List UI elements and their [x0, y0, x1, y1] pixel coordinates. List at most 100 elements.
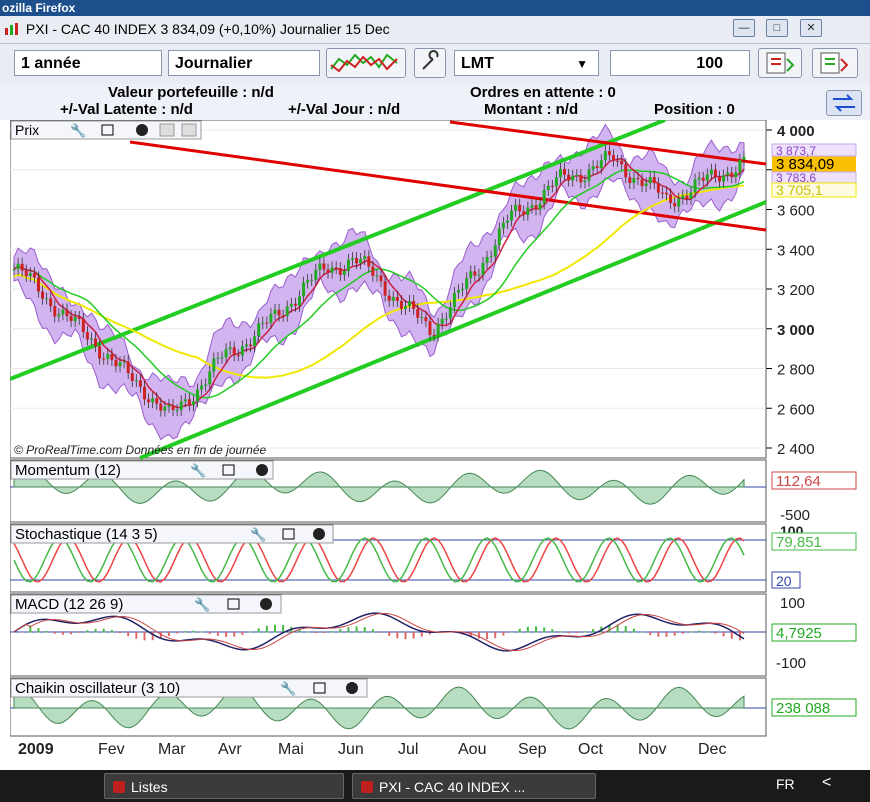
chart-title: PXI - CAC 40 INDEX 3 834,09 (+0,10%) Jou…	[4, 21, 390, 37]
candle-body	[628, 177, 632, 183]
candle-body	[693, 179, 697, 193]
close-icon[interactable]: ✕	[800, 19, 822, 37]
ma-long-value: 3 705,1	[776, 182, 823, 198]
taskbar-pxi[interactable]: PXI - CAC 40 INDEX ...	[352, 773, 596, 799]
candle-body	[126, 361, 130, 374]
candle-body	[665, 192, 669, 195]
candle-body	[444, 318, 448, 320]
candle-body	[232, 347, 236, 356]
candle-body	[457, 290, 461, 293]
candle-body	[163, 406, 167, 411]
candle-body	[505, 220, 509, 223]
wrench-icon[interactable]: 🔧	[70, 122, 86, 138]
period-select[interactable]: 1 année	[14, 50, 162, 76]
indicators-icon[interactable]	[326, 48, 406, 78]
candle-body	[244, 344, 248, 347]
window-titlebar: ozilla Firefox	[0, 0, 870, 16]
candle-body	[310, 279, 314, 281]
chevron-left-icon[interactable]: <	[822, 774, 831, 792]
macd-histogram-bar	[665, 632, 668, 637]
candle-body	[387, 295, 391, 301]
arrows-icon[interactable]	[826, 90, 862, 116]
candle-body	[338, 268, 342, 275]
wrench-icon[interactable]	[414, 48, 446, 78]
chart-title-text: PXI - CAC 40 INDEX 3 834,09 (+0,10%) Jou…	[25, 21, 390, 37]
buy-order-icon[interactable]	[758, 48, 802, 78]
candle-body	[28, 273, 32, 277]
candle-body	[510, 210, 514, 221]
close-panel-icon[interactable]	[256, 464, 268, 476]
candle-body	[461, 288, 465, 291]
x-tick-label: Jul	[398, 741, 418, 758]
momentum-panel: Momentum (12) 🔧 112,64 -500	[9, 459, 857, 524]
quantity-stepper[interactable]: 100	[610, 50, 750, 76]
candle-body	[595, 166, 599, 169]
price-tick-label: 3 000	[777, 322, 815, 339]
candle-body	[285, 306, 289, 316]
macd-histogram-bar	[575, 632, 578, 634]
candle-body	[656, 183, 660, 193]
chaikin-panel: Chaikin oscillateur (3 10) 🔧 238 088	[9, 677, 857, 737]
candle-body	[469, 271, 473, 279]
quantity-value: 100	[696, 55, 723, 72]
macd-histogram-bar	[486, 632, 489, 640]
candle-body	[742, 156, 746, 160]
candle-body	[281, 315, 285, 317]
candle-body	[738, 159, 742, 173]
candle-body	[228, 347, 232, 350]
frequency-select[interactable]: Journalier	[168, 50, 320, 76]
order-type-select[interactable]: LMT ▼	[454, 50, 599, 76]
move-up-icon[interactable]	[159, 123, 175, 137]
candle-body	[20, 263, 24, 271]
macd-histogram-bar	[502, 632, 505, 636]
sell-order-icon[interactable]	[812, 48, 858, 78]
close-panel-icon[interactable]	[136, 124, 148, 136]
candle-body	[326, 269, 330, 273]
band-upper-value: 3 873,7	[776, 144, 816, 158]
candle-body	[371, 266, 375, 276]
macd-histogram-bar	[551, 629, 554, 633]
macd-histogram-bar	[347, 627, 350, 633]
candle-body	[420, 317, 424, 319]
close-panel-icon[interactable]	[260, 598, 272, 610]
candle-body	[94, 338, 98, 347]
candle-body	[546, 185, 550, 190]
candle-body	[36, 277, 40, 292]
candle-body	[477, 274, 481, 276]
taskbar-listes[interactable]: Listes	[104, 773, 344, 799]
maximize-icon[interactable]: □	[766, 19, 788, 37]
wrench-icon[interactable]: 🔧	[280, 680, 296, 696]
candle-body	[171, 404, 175, 411]
macd-histogram-bar	[510, 631, 513, 633]
candle-body	[45, 298, 49, 300]
candle-body	[395, 296, 399, 302]
candle-body	[636, 177, 640, 180]
candle-body	[485, 256, 489, 263]
close-panel-icon[interactable]	[313, 528, 325, 540]
minimize-icon[interactable]: —	[733, 19, 755, 37]
candle-body	[648, 177, 652, 184]
chaikin-title: Chaikin oscillateur (3 10)	[15, 680, 180, 697]
macd-panel: MACD (12 26 9) 🔧 100 4,7925 -100	[9, 593, 857, 677]
wrench-icon[interactable]: 🔧	[250, 526, 266, 542]
candle-body	[220, 357, 224, 359]
candle-body	[489, 256, 493, 258]
wrench-icon[interactable]: 🔧	[190, 462, 206, 478]
candle-body	[677, 198, 681, 207]
candle-body	[534, 205, 538, 210]
macd-histogram-bar	[412, 632, 415, 639]
candle-body	[518, 204, 522, 212]
close-panel-icon[interactable]	[346, 682, 358, 694]
chevron-down-icon: ▼	[576, 57, 588, 71]
candle-body	[318, 263, 322, 270]
candle-body	[497, 228, 501, 246]
montant: Montant : n/d	[484, 101, 579, 118]
wrench-icon[interactable]: 🔧	[194, 596, 210, 612]
val-jour: +/-Val Jour : n/d	[288, 101, 401, 118]
candle-body	[697, 177, 701, 180]
language-indicator[interactable]: FR	[776, 776, 795, 792]
move-down-icon[interactable]	[181, 123, 197, 137]
candle-body	[155, 398, 159, 404]
candle-body	[583, 180, 587, 183]
candle-body	[167, 404, 171, 407]
